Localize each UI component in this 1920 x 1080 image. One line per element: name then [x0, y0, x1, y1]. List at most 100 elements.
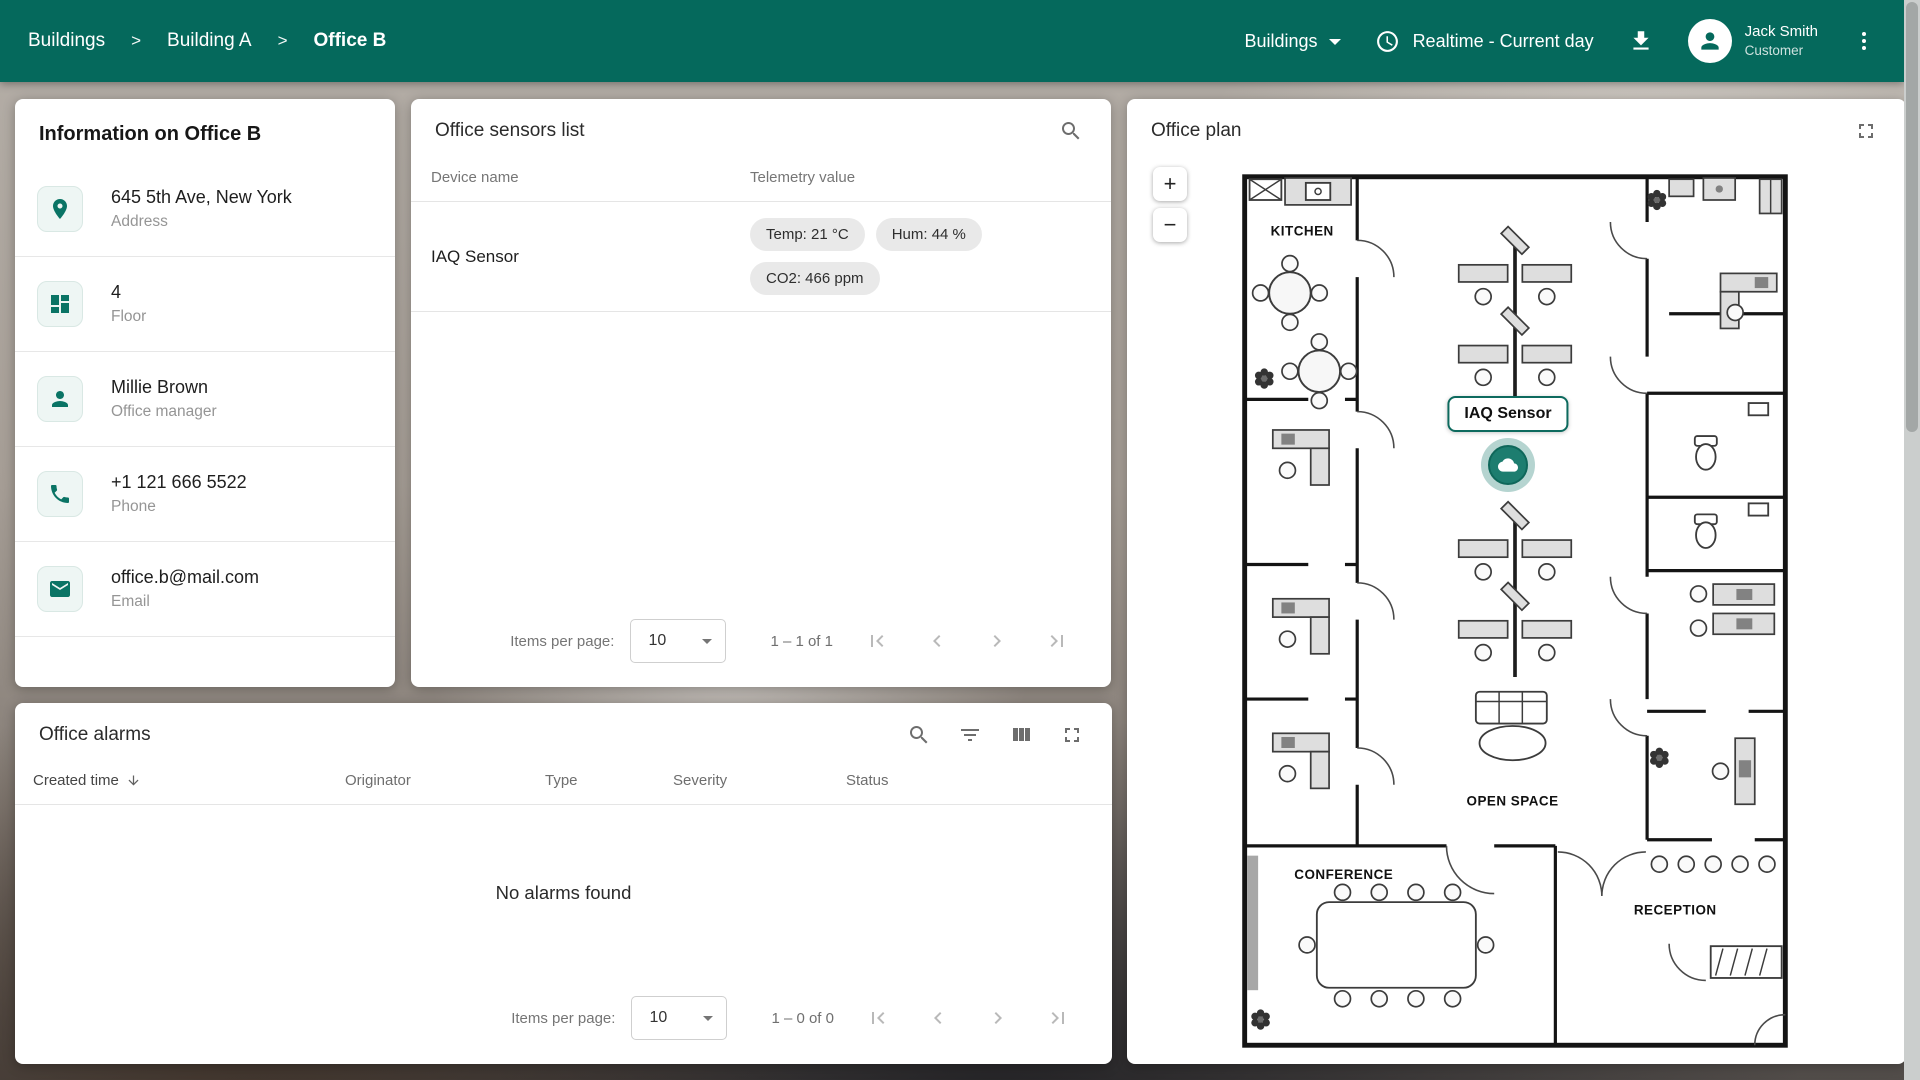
scrollbar-thumb[interactable]	[1906, 2, 1918, 432]
clock-icon	[1375, 29, 1400, 54]
sensors-table-header: Device name Telemetry value	[411, 151, 1111, 202]
breadcrumb-buildings[interactable]: Buildings	[28, 30, 105, 52]
column-severity[interactable]: Severity	[673, 772, 846, 789]
previous-page-button[interactable]	[926, 1006, 950, 1030]
office-plan-widget: Office plan + −	[1127, 99, 1906, 1064]
column-type[interactable]: Type	[545, 772, 673, 789]
breadcrumb-separator: >	[131, 31, 141, 51]
info-value-phone: +1 121 666 5522	[111, 472, 247, 493]
room-label-kitchen: KITCHEN	[1271, 223, 1334, 238]
alarms-paginator: Items per page: 10 1 – 0 of 0	[15, 980, 1112, 1064]
buildings-select-value: Buildings	[1245, 31, 1318, 52]
sort-desc-icon	[126, 773, 141, 788]
column-device-name[interactable]: Device name	[411, 169, 750, 186]
email-icon	[37, 566, 83, 612]
fullscreen-icon	[1854, 119, 1878, 143]
alarms-search-button[interactable]	[907, 723, 931, 747]
next-page-button[interactable]	[985, 629, 1009, 653]
filter-icon	[958, 723, 982, 747]
user-menu[interactable]: Jack Smith Customer	[1688, 19, 1818, 63]
sensors-paginator: Items per page: 10 1 – 1 of 1	[411, 603, 1111, 687]
info-texts: 645 5th Ave, New York Address	[111, 187, 292, 231]
alarms-widget: Office alarms Created time Originator Ty…	[15, 703, 1112, 1064]
columns-icon	[1009, 723, 1033, 747]
breadcrumb-office-b: Office B	[314, 30, 387, 52]
top-bar-actions: Buildings Realtime - Current day Jack Sm…	[1245, 19, 1876, 63]
sensors-widget-title: Office sensors list	[435, 120, 585, 142]
chevron-down-icon	[1329, 39, 1341, 45]
chevron-down-icon	[703, 1016, 713, 1021]
search-icon	[907, 723, 931, 747]
floor-plan[interactable]: KITCHEN OPEN SPACE CONFERENCE RECEPTION …	[1241, 173, 1789, 1049]
last-page-button[interactable]	[1045, 629, 1069, 653]
room-label-conference: CONFERENCE	[1294, 867, 1393, 882]
column-originator[interactable]: Originator	[345, 772, 545, 789]
info-texts: Millie Brown Office manager	[111, 377, 217, 421]
info-row-phone: +1 121 666 5522 Phone	[15, 447, 395, 542]
search-icon	[1059, 119, 1083, 143]
info-widget-title: Information on Office B	[15, 99, 395, 162]
zoom-out-button[interactable]: −	[1153, 208, 1187, 242]
room-label-open-space: OPEN SPACE	[1467, 793, 1559, 808]
alarms-filter-button[interactable]	[958, 723, 982, 747]
floor-plan-icon	[37, 281, 83, 327]
fullscreen-icon	[1060, 723, 1084, 747]
items-per-page-select[interactable]: 10	[631, 996, 727, 1040]
paginator-nav	[865, 629, 1069, 653]
info-label-manager: Office manager	[111, 403, 217, 421]
telemetry-chip-hum: Hum: 44 %	[876, 218, 982, 251]
info-value-email: office.b@mail.com	[111, 567, 259, 588]
info-value-manager: Millie Brown	[111, 377, 217, 398]
kebab-menu-icon	[1852, 29, 1876, 53]
chevron-left-icon	[925, 629, 949, 653]
table-row[interactable]: IAQ Sensor Temp: 21 °C Hum: 44 % CO2: 46…	[411, 202, 1111, 312]
column-telemetry-value[interactable]: Telemetry value	[750, 169, 855, 186]
alarms-card-head: Office alarms	[15, 703, 1112, 747]
iaq-sensor-marker[interactable]	[1481, 438, 1535, 492]
alarms-columns-button[interactable]	[1009, 723, 1033, 747]
buildings-select[interactable]: Buildings	[1245, 31, 1341, 52]
sensors-search-button[interactable]	[1059, 119, 1083, 143]
zoom-in-button[interactable]: +	[1153, 167, 1187, 201]
info-texts: office.b@mail.com Email	[111, 567, 259, 611]
items-per-page-select[interactable]: 10	[630, 619, 726, 663]
info-row-address: 645 5th Ave, New York Address	[15, 162, 395, 257]
plan-card-head: Office plan	[1127, 99, 1906, 143]
page-scrollbar[interactable]	[1904, 0, 1920, 1080]
first-page-icon	[866, 1006, 890, 1030]
user-name: Jack Smith	[1745, 22, 1818, 42]
timewindow-button[interactable]: Realtime - Current day	[1375, 29, 1594, 54]
plan-fullscreen-button[interactable]	[1854, 119, 1878, 143]
location-pin-icon	[37, 186, 83, 232]
last-page-button[interactable]	[1046, 1006, 1070, 1030]
info-texts: +1 121 666 5522 Phone	[111, 472, 247, 516]
timewindow-label: Realtime - Current day	[1413, 31, 1594, 52]
last-page-icon	[1046, 1006, 1070, 1030]
items-per-page-label: Items per page:	[510, 633, 614, 650]
download-icon	[1628, 28, 1654, 54]
more-menu-button[interactable]	[1852, 29, 1876, 53]
download-button[interactable]	[1628, 28, 1654, 54]
chevron-down-icon	[702, 639, 712, 644]
alarms-fullscreen-button[interactable]	[1060, 723, 1084, 747]
person-icon	[1697, 28, 1723, 54]
paginator-nav	[866, 1006, 1070, 1030]
column-created-time[interactable]: Created time	[33, 772, 345, 789]
iaq-sensor-label[interactable]: IAQ Sensor	[1447, 396, 1568, 432]
chevron-right-icon	[986, 1006, 1010, 1030]
first-page-button[interactable]	[866, 1006, 890, 1030]
first-page-button[interactable]	[865, 629, 889, 653]
info-row-manager: Millie Brown Office manager	[15, 352, 395, 447]
zoom-controls: + −	[1153, 167, 1187, 242]
previous-page-button[interactable]	[925, 629, 949, 653]
air-quality-cloud-icon	[1488, 445, 1528, 485]
breadcrumb-building-a[interactable]: Building A	[167, 30, 252, 52]
telemetry-chip-co2: CO2: 466 ppm	[750, 262, 880, 295]
info-widget: Information on Office B 645 5th Ave, New…	[15, 99, 395, 687]
chevron-left-icon	[926, 1006, 950, 1030]
user-texts: Jack Smith Customer	[1745, 22, 1818, 59]
room-label-reception: RECEPTION	[1634, 902, 1717, 917]
next-page-button[interactable]	[986, 1006, 1010, 1030]
column-status[interactable]: Status	[846, 772, 1112, 789]
column-created-time-label: Created time	[33, 772, 119, 789]
